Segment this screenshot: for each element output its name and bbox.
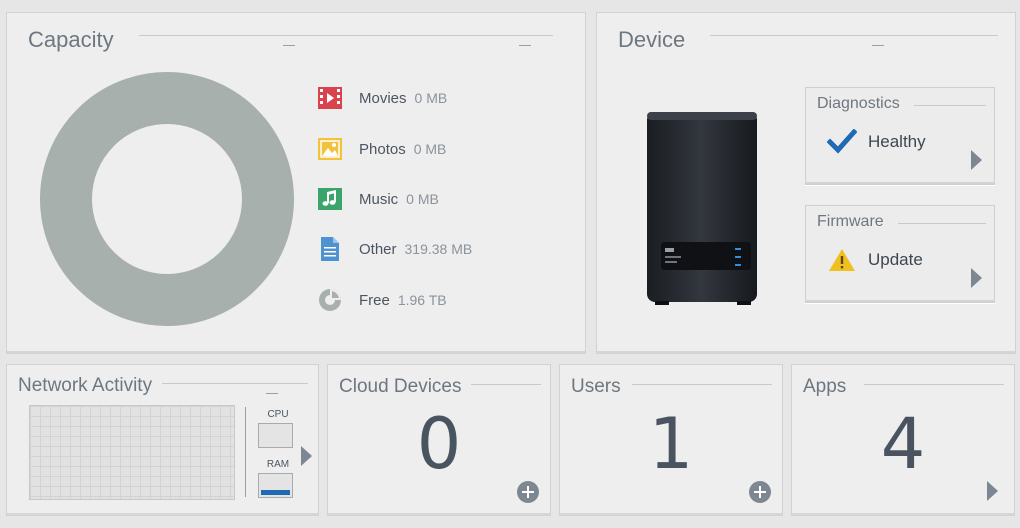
apps-title: Apps bbox=[803, 376, 847, 397]
title-divider bbox=[914, 105, 986, 106]
title-divider bbox=[864, 384, 1004, 385]
legend-label: Free bbox=[359, 291, 390, 309]
apps-panel[interactable]: Apps 4 bbox=[791, 364, 1015, 516]
dash-indicator bbox=[519, 45, 531, 46]
legend-value: 0 MB bbox=[406, 191, 439, 207]
network-activity-title: Network Activity bbox=[18, 375, 153, 396]
cpu-label: CPU bbox=[267, 409, 289, 420]
dash-indicator bbox=[266, 393, 278, 394]
chevron-right-icon[interactable] bbox=[987, 481, 998, 501]
firmware-title: Firmware bbox=[817, 213, 884, 230]
legend-value: 1.96 TB bbox=[397, 292, 447, 308]
pie-chart-icon bbox=[317, 287, 343, 313]
diagnostics-status-label: Healthy bbox=[868, 132, 926, 151]
legend-item-photos: Photos 0 MB bbox=[317, 136, 446, 162]
movies-icon bbox=[317, 85, 343, 111]
cpu-meter bbox=[258, 423, 293, 448]
title-divider bbox=[632, 384, 772, 385]
ram-label: RAM bbox=[266, 459, 290, 470]
title-divider bbox=[162, 383, 308, 384]
device-panel: Device Diagnostics Healthy Firmware Upda… bbox=[596, 12, 1016, 354]
firmware-card[interactable]: Firmware Update bbox=[805, 205, 995, 303]
apps-count: 4 bbox=[880, 403, 926, 485]
photos-icon bbox=[317, 136, 343, 162]
dash-indicator bbox=[283, 45, 295, 46]
firmware-status: Update bbox=[826, 246, 923, 274]
diagnostics-title: Diagnostics bbox=[817, 95, 900, 112]
divider bbox=[245, 407, 246, 497]
legend-label: Other bbox=[359, 240, 397, 258]
title-divider bbox=[471, 384, 541, 385]
legend-value: 0 MB bbox=[413, 141, 447, 157]
cloud-devices-title: Cloud Devices bbox=[339, 376, 462, 397]
capacity-donut-chart bbox=[40, 72, 294, 326]
chevron-right-icon[interactable] bbox=[971, 150, 982, 170]
network-activity-panel: Network Activity CPU RAM bbox=[6, 364, 319, 516]
chevron-right-icon[interactable] bbox=[301, 446, 312, 466]
title-divider bbox=[710, 35, 998, 36]
checkmark-icon bbox=[826, 128, 858, 156]
diagnostics-card[interactable]: Diagnostics Healthy bbox=[805, 87, 995, 185]
document-icon bbox=[317, 236, 343, 262]
capacity-panel: Capacity Movies 0 MB Photos 0 MB Music 0… bbox=[6, 12, 586, 354]
cloud-devices-count: 0 bbox=[416, 403, 462, 485]
legend-label: Movies bbox=[359, 89, 407, 107]
users-panel[interactable]: Users 1 bbox=[559, 364, 783, 516]
users-count: 1 bbox=[648, 403, 694, 485]
capacity-title: Capacity bbox=[28, 27, 114, 52]
chevron-right-icon[interactable] bbox=[971, 268, 982, 288]
legend-value: 0 MB bbox=[414, 90, 448, 106]
diagnostics-status: Healthy bbox=[826, 128, 926, 156]
add-user-button[interactable] bbox=[749, 481, 771, 503]
ram-meter bbox=[258, 473, 293, 498]
legend-item-music: Music 0 MB bbox=[317, 186, 439, 212]
add-cloud-device-button[interactable] bbox=[517, 481, 539, 503]
legend-item-movies: Movies 0 MB bbox=[317, 85, 447, 111]
network-activity-graph bbox=[29, 405, 235, 500]
nas-device-image bbox=[647, 112, 757, 305]
legend-item-free: Free 1.96 TB bbox=[317, 287, 447, 313]
title-divider bbox=[139, 35, 553, 36]
firmware-status-label: Update bbox=[868, 250, 923, 269]
device-title: Device bbox=[618, 27, 686, 52]
legend-value: 319.38 MB bbox=[404, 241, 473, 257]
legend-item-other: Other 319.38 MB bbox=[317, 236, 472, 262]
title-divider bbox=[898, 223, 986, 224]
music-icon bbox=[317, 186, 343, 212]
legend-label: Photos bbox=[359, 140, 406, 158]
ram-meter-fill bbox=[261, 490, 290, 495]
warning-icon bbox=[826, 246, 858, 274]
cloud-devices-panel[interactable]: Cloud Devices 0 bbox=[327, 364, 551, 516]
legend-label: Music bbox=[359, 190, 399, 208]
free-space-segment bbox=[40, 72, 294, 326]
users-title: Users bbox=[571, 376, 621, 397]
dash-indicator bbox=[872, 45, 884, 46]
